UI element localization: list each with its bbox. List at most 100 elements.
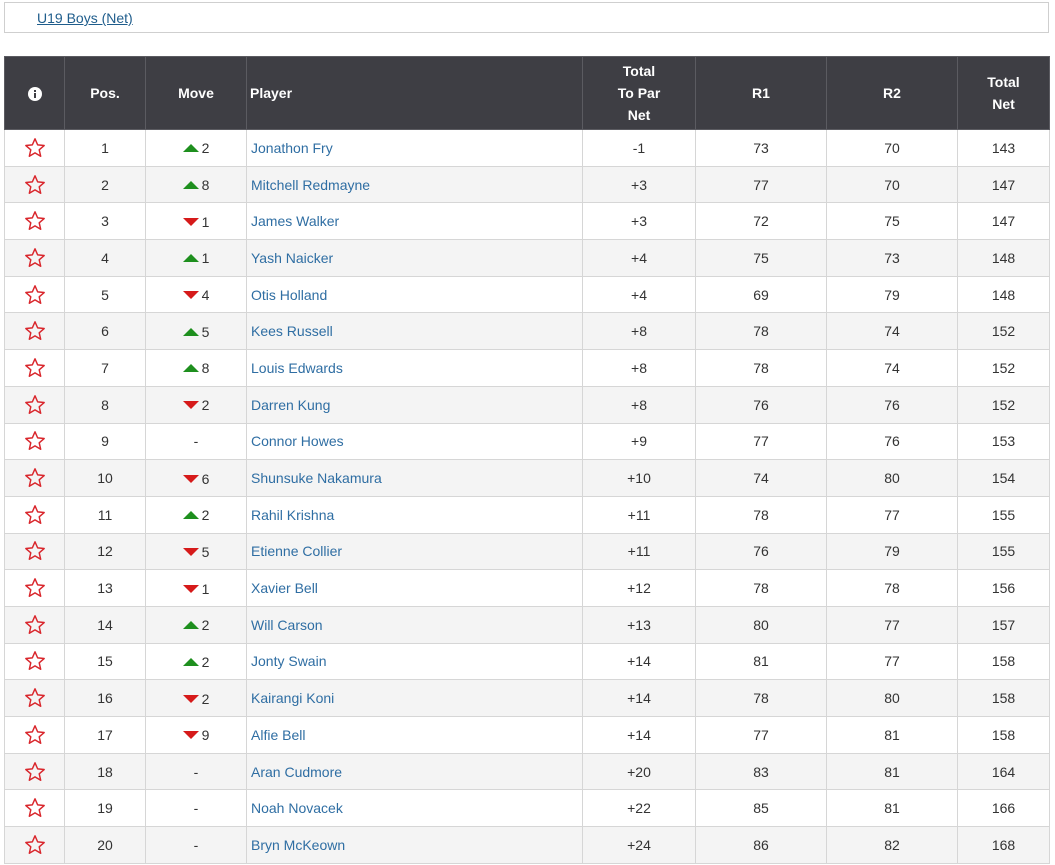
table-row[interactable]: 12 5 Etienne Collier +11 76 79 155 — [4, 532, 1050, 571]
triangle-up-icon — [182, 181, 199, 190]
favorite-star-cell[interactable] — [4, 349, 65, 387]
player-name-link[interactable]: Alfie Bell — [246, 716, 583, 754]
favorite-star-cell[interactable] — [4, 826, 65, 864]
table-row[interactable]: 1 2 Jonathon Fry -1 73 70 143 — [4, 129, 1050, 167]
player-name-link[interactable]: Connor Howes — [246, 422, 583, 461]
table-row[interactable]: 2 8 Mitchell Redmayne +3 77 70 147 — [4, 165, 1050, 204]
favorite-star-cell[interactable] — [4, 495, 65, 534]
table-row[interactable]: 17 9 Alfie Bell +14 77 81 158 — [4, 716, 1050, 754]
move-value: 2 — [201, 617, 210, 634]
total-net-cell: 147 — [957, 165, 1050, 204]
player-name-link[interactable]: Kees Russell — [246, 312, 583, 351]
table-row[interactable]: 14 2 Will Carson +13 80 77 157 — [4, 605, 1050, 644]
header-move[interactable]: Move — [145, 56, 247, 130]
move-value: 4 — [201, 287, 210, 304]
r1-cell: 72 — [695, 202, 827, 241]
table-row[interactable]: 20 - Bryn McKeown +24 86 82 168 — [4, 826, 1050, 864]
table-row[interactable]: 18 - Aran Cudmore +20 83 81 164 — [4, 752, 1050, 791]
move-value: - — [193, 763, 199, 780]
table-row[interactable]: 15 2 Jonty Swain +14 81 77 158 — [4, 642, 1050, 681]
player-name-link[interactable]: Jonathon Fry — [246, 129, 583, 167]
favorite-star-cell[interactable] — [4, 312, 65, 351]
header-player[interactable]: Player — [246, 56, 583, 130]
favorite-star-cell[interactable] — [4, 532, 65, 571]
favorite-star-cell[interactable] — [4, 129, 65, 167]
player-name-link[interactable]: Shunsuke Nakamura — [246, 459, 583, 497]
table-row[interactable]: 9 - Connor Howes +9 77 76 153 — [4, 422, 1050, 461]
player-name-link[interactable]: Aran Cudmore — [246, 752, 583, 791]
table-row[interactable]: 10 6 Shunsuke Nakamura +10 74 80 154 — [4, 459, 1050, 497]
header-total-net[interactable]: Total Net — [957, 56, 1050, 130]
player-name-link[interactable]: Will Carson — [246, 605, 583, 644]
favorite-star-cell[interactable] — [4, 605, 65, 644]
pos-cell: 1 — [64, 129, 146, 167]
star-outline-icon — [24, 504, 45, 524]
pos-cell: 14 — [64, 605, 146, 644]
r2-cell: 79 — [826, 532, 958, 571]
pos-cell: 8 — [64, 385, 146, 424]
player-name-link[interactable]: Xavier Bell — [246, 569, 583, 607]
player-name-link[interactable]: Kairangi Koni — [246, 679, 583, 717]
table-row[interactable]: 16 2 Kairangi Koni +14 78 80 158 — [4, 679, 1050, 717]
player-name-link[interactable]: Bryn McKeown — [246, 826, 583, 864]
total-net-cell: 157 — [957, 605, 1050, 644]
total-net-cell: 164 — [957, 752, 1050, 791]
table-row[interactable]: 5 4 Otis Holland +4 69 79 148 — [4, 275, 1050, 314]
favorite-star-cell[interactable] — [4, 385, 65, 424]
favorite-star-cell[interactable] — [4, 752, 65, 791]
player-name-link[interactable]: Jonty Swain — [246, 642, 583, 681]
player-name-link[interactable]: Mitchell Redmayne — [246, 165, 583, 204]
table-row[interactable]: 13 1 Xavier Bell +12 78 78 156 — [4, 569, 1050, 607]
total-net-cell: 155 — [957, 532, 1050, 571]
triangle-up-icon — [182, 254, 199, 263]
favorite-star-cell[interactable] — [4, 202, 65, 241]
tab-u19-boys-net[interactable]: U19 Boys (Net) — [37, 10, 133, 26]
move-value: 2 — [201, 140, 210, 157]
favorite-star-cell[interactable] — [4, 716, 65, 754]
r2-cell: 79 — [826, 275, 958, 314]
table-row[interactable]: 11 2 Rahil Krishna +11 78 77 155 — [4, 495, 1050, 534]
header-r2[interactable]: R2 — [826, 56, 958, 130]
favorite-star-cell[interactable] — [4, 789, 65, 828]
favorite-star-cell[interactable] — [4, 569, 65, 607]
favorite-star-cell[interactable] — [4, 275, 65, 314]
favorite-star-cell[interactable] — [4, 679, 65, 717]
table-row[interactable]: 6 5 Kees Russell +8 78 74 152 — [4, 312, 1050, 351]
pos-cell: 13 — [64, 569, 146, 607]
table-row[interactable]: 19 - Noah Novacek +22 85 81 166 — [4, 789, 1050, 828]
r1-cell: 78 — [695, 679, 827, 717]
header-r1[interactable]: R1 — [695, 56, 827, 130]
favorite-star-cell[interactable] — [4, 165, 65, 204]
table-row[interactable]: 8 2 Darren Kung +8 76 76 152 — [4, 385, 1050, 424]
player-name-link[interactable]: Otis Holland — [246, 275, 583, 314]
r2-cell: 74 — [826, 349, 958, 387]
r2-cell: 82 — [826, 826, 958, 864]
table-row[interactable]: 3 1 James Walker +3 72 75 147 — [4, 202, 1050, 241]
favorite-star-cell[interactable] — [4, 239, 65, 277]
r1-cell: 86 — [695, 826, 827, 864]
player-name-link[interactable]: Noah Novacek — [246, 789, 583, 828]
player-name-link[interactable]: Louis Edwards — [246, 349, 583, 387]
player-name-link[interactable]: Rahil Krishna — [246, 495, 583, 534]
table-row[interactable]: 7 8 Louis Edwards +8 78 74 152 — [4, 349, 1050, 387]
move-cell: 2 — [145, 129, 247, 167]
total-net-cell: 147 — [957, 202, 1050, 241]
header-total-to-par-net[interactable]: Total To Par Net — [582, 56, 696, 130]
header-info[interactable] — [4, 56, 65, 130]
favorite-star-cell[interactable] — [4, 642, 65, 681]
player-name-link[interactable]: Etienne Collier — [246, 532, 583, 571]
favorite-star-cell[interactable] — [4, 459, 65, 497]
table-row[interactable]: 4 1 Yash Naicker +4 75 73 148 — [4, 239, 1050, 277]
move-cell: - — [145, 826, 247, 864]
to-par-cell: +11 — [582, 495, 696, 534]
header-total-to-par-line3: Net — [627, 107, 651, 123]
move-value: 6 — [201, 470, 210, 487]
triangle-up-icon — [182, 144, 199, 153]
favorite-star-cell[interactable] — [4, 422, 65, 461]
player-name-link[interactable]: Darren Kung — [246, 385, 583, 424]
header-pos[interactable]: Pos. — [64, 56, 146, 130]
r1-cell: 78 — [695, 569, 827, 607]
to-par-cell: +8 — [582, 385, 696, 424]
player-name-link[interactable]: Yash Naicker — [246, 239, 583, 277]
player-name-link[interactable]: James Walker — [246, 202, 583, 241]
